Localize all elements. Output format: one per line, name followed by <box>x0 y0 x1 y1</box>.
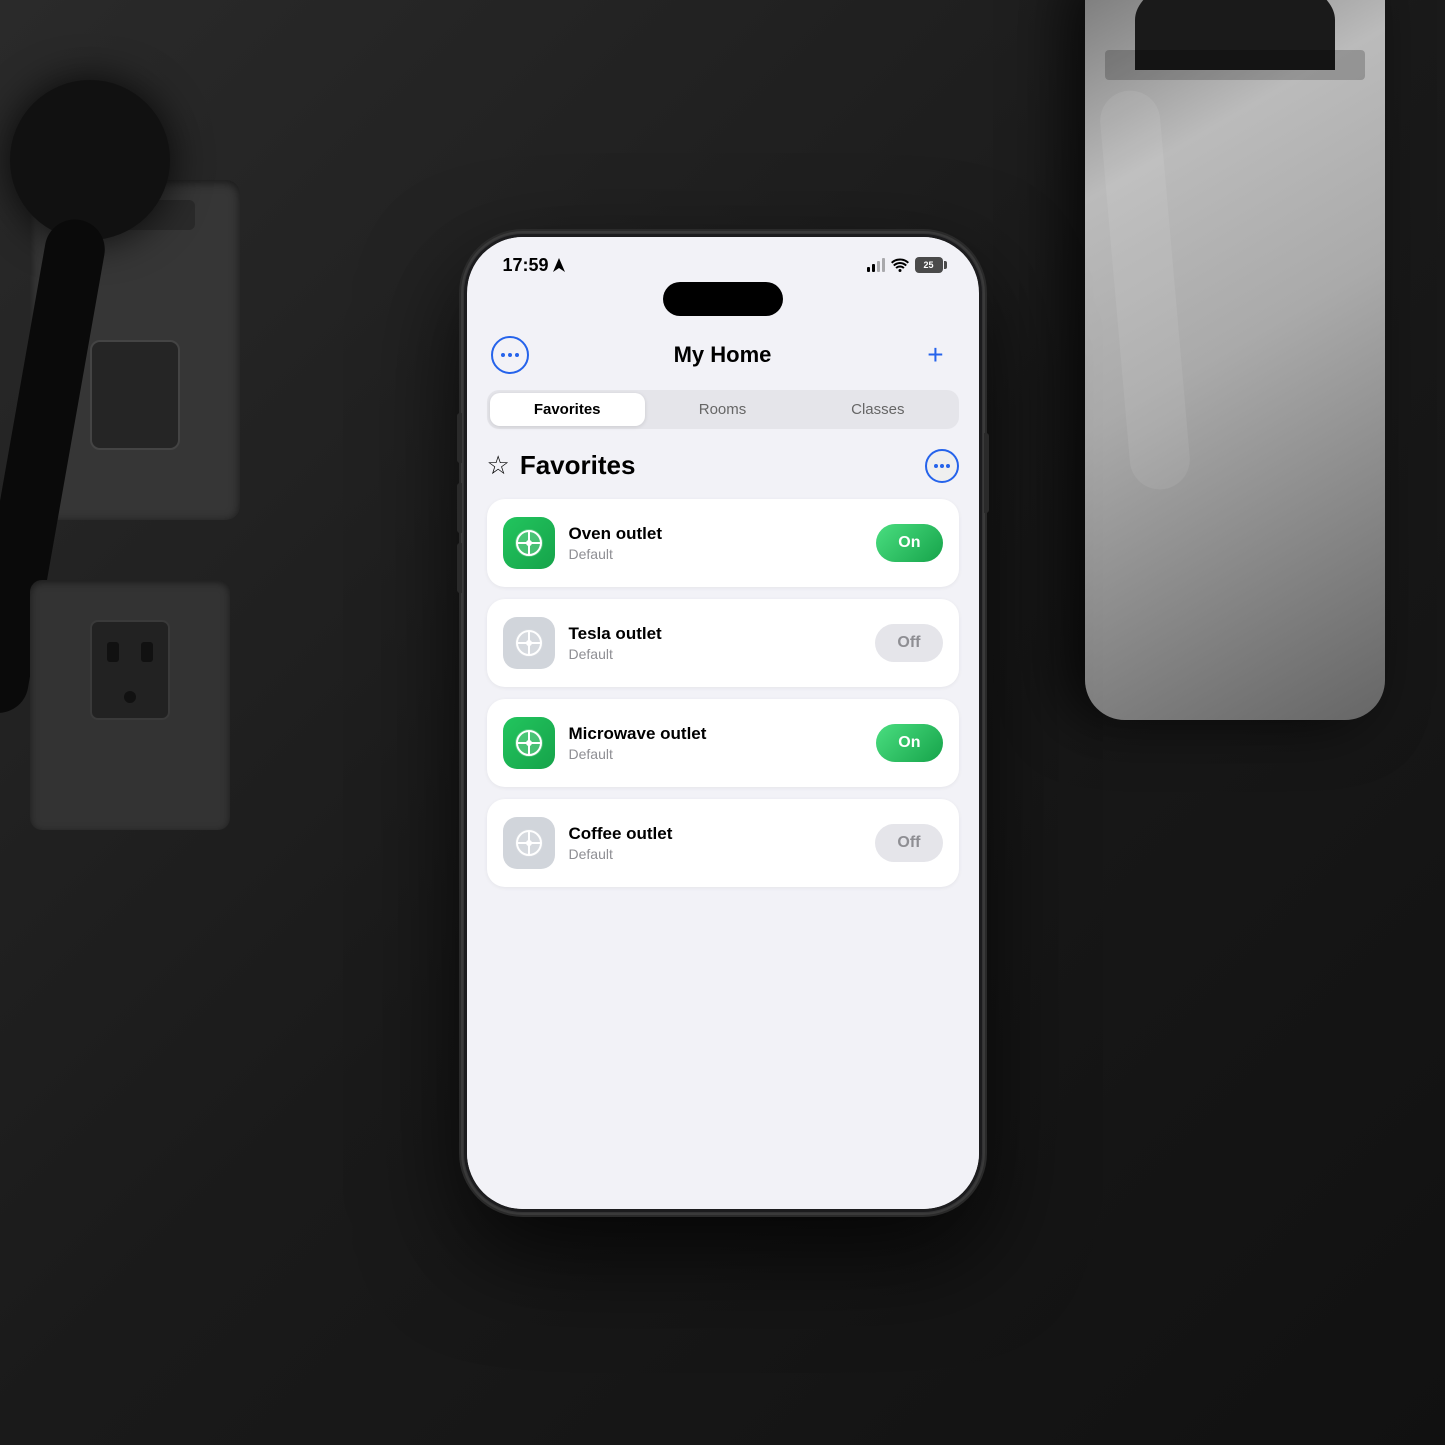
microwave-outlet-toggle[interactable]: On <box>876 724 942 762</box>
microwave-outlet-icon <box>503 717 555 769</box>
battery-level: 25 <box>923 260 933 270</box>
bg-plug <box>10 80 170 240</box>
status-bar: 17:59 <box>467 237 979 282</box>
section-more-button[interactable] <box>925 449 959 483</box>
bg-kettle <box>1085 0 1385 720</box>
phone-wrapper: 17:59 <box>463 233 983 1213</box>
bg-slot-2 <box>90 620 170 720</box>
coffee-outlet-icon <box>503 817 555 869</box>
phone-screen: 17:59 <box>467 237 979 1209</box>
coffee-outlet-subtitle: Default <box>569 846 862 862</box>
oven-outlet-toggle[interactable]: On <box>876 524 942 562</box>
bg-kettle-reflection <box>1098 88 1193 492</box>
menu-button[interactable] <box>491 336 529 374</box>
microwave-outlet-name: Microwave outlet <box>569 724 863 744</box>
tab-favorites[interactable]: Favorites <box>490 393 645 426</box>
tab-classes[interactable]: Classes <box>800 393 955 426</box>
battery-icon: 25 <box>915 257 943 273</box>
outlet-icon-coffee <box>513 827 545 859</box>
tab-rooms[interactable]: Rooms <box>645 393 800 426</box>
location-icon <box>553 258 565 272</box>
outlet-icon-microwave <box>513 727 545 759</box>
oven-outlet-info: Oven outlet Default <box>569 524 863 562</box>
section-title: Favorites <box>520 450 636 481</box>
microwave-outlet-info: Microwave outlet Default <box>569 724 863 762</box>
app-content: ☆ Favorites <box>467 449 979 1209</box>
microwave-outlet-subtitle: Default <box>569 746 863 762</box>
coffee-outlet-toggle[interactable]: Off <box>875 824 942 862</box>
oven-outlet-name: Oven outlet <box>569 524 863 544</box>
bg-hole-2 <box>141 642 153 662</box>
coffee-outlet-name: Coffee outlet <box>569 824 862 844</box>
device-card-tesla-outlet: Tesla outlet Default Off <box>487 599 959 687</box>
outlet-icon-active <box>513 527 545 559</box>
device-card-coffee-outlet: Coffee outlet Default Off <box>487 799 959 887</box>
device-card-oven-outlet: Oven outlet Default On <box>487 499 959 587</box>
section-ellipsis-icon <box>934 464 950 468</box>
tesla-outlet-toggle[interactable]: Off <box>875 624 942 662</box>
section-title-group: ☆ Favorites <box>487 450 636 481</box>
bg-outlet-2 <box>30 580 230 830</box>
status-icons: 25 <box>867 257 943 273</box>
time-display: 17:59 <box>503 255 549 276</box>
bg-hole-3 <box>124 691 136 703</box>
bg-outlet-slot <box>90 340 180 450</box>
signal-bars <box>867 258 885 272</box>
tesla-outlet-icon <box>503 617 555 669</box>
coffee-outlet-info: Coffee outlet Default <box>569 824 862 862</box>
tesla-outlet-subtitle: Default <box>569 646 862 662</box>
tesla-outlet-info: Tesla outlet Default <box>569 624 862 662</box>
outlet-icon-inactive <box>513 627 545 659</box>
star-icon: ☆ <box>487 450 510 481</box>
app-header: My Home + <box>467 324 979 390</box>
add-label: + <box>927 339 943 371</box>
section-header: ☆ Favorites <box>487 449 959 483</box>
tesla-outlet-name: Tesla outlet <box>569 624 862 644</box>
header-title: My Home <box>674 342 772 368</box>
bg-hole-1 <box>107 642 119 662</box>
phone-body: 17:59 <box>463 233 983 1213</box>
tabs-container: Favorites Rooms Classes <box>487 390 959 429</box>
dynamic-island <box>663 282 783 316</box>
wifi-icon <box>891 258 909 272</box>
oven-outlet-subtitle: Default <box>569 546 863 562</box>
ellipsis-icon <box>501 346 519 364</box>
device-card-microwave-outlet: Microwave outlet Default On <box>487 699 959 787</box>
add-button[interactable]: + <box>916 336 954 374</box>
status-time: 17:59 <box>503 255 565 276</box>
oven-outlet-icon <box>503 517 555 569</box>
bg-kettle-band <box>1105 50 1365 80</box>
